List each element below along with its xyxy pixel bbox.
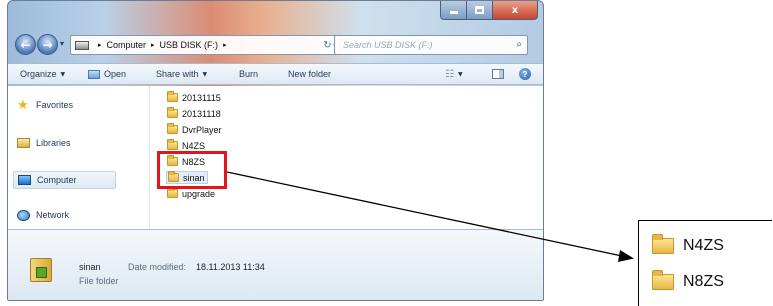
network-icon bbox=[16, 209, 30, 221]
content-area: ★ Favorites Libraries Computer Network 20… bbox=[8, 86, 543, 229]
folder-icon bbox=[167, 91, 178, 102]
back-button[interactable]: ← bbox=[15, 34, 36, 55]
chevron-down-icon: ▼ bbox=[60, 70, 66, 78]
caption-buttons: x bbox=[440, 1, 538, 20]
nav-label-network: Network bbox=[36, 210, 70, 220]
new-folder-button[interactable]: New folder bbox=[288, 69, 331, 79]
search-input[interactable]: Search USB DISK (F:) ⌕ bbox=[334, 35, 528, 55]
nav-item-favorites[interactable]: ★ Favorites bbox=[16, 97, 74, 113]
folder-thumbnail-icon bbox=[30, 258, 52, 282]
recent-pages-dropdown[interactable]: ▾ bbox=[60, 39, 64, 48]
details-type: File folder bbox=[79, 276, 119, 286]
navigation-pane: ★ Favorites Libraries Computer Network bbox=[8, 86, 150, 229]
nav-label-favorites: Favorites bbox=[36, 100, 74, 110]
change-view-button[interactable]: ☷ ▼ bbox=[445, 69, 463, 80]
explorer-window: x ← → ▾ ▸ Computer ▸ USB DISK (F:) ▸ ▾ ↻… bbox=[7, 0, 544, 301]
nav-label-computer: Computer bbox=[37, 175, 77, 185]
folder-icon bbox=[652, 234, 674, 254]
maximize-icon bbox=[475, 6, 484, 14]
close-button[interactable]: x bbox=[493, 1, 538, 20]
folder-icon bbox=[167, 139, 178, 150]
back-arrow-icon: ← bbox=[20, 37, 31, 52]
folder-icon bbox=[167, 187, 178, 198]
nav-item-computer[interactable]: Computer bbox=[13, 171, 116, 189]
zoom-item-label: N8ZS bbox=[683, 273, 724, 290]
minimize-button[interactable] bbox=[440, 1, 467, 20]
chevron-down-icon: ▼ bbox=[202, 70, 208, 78]
new-folder-label: New folder bbox=[288, 69, 332, 79]
chevron-right-icon[interactable]: ▸ bbox=[98, 41, 102, 49]
list-item[interactable]: DvrPlayer bbox=[166, 123, 224, 136]
file-name: 20131118 bbox=[182, 108, 221, 119]
star-icon: ★ bbox=[17, 97, 29, 113]
nav-item-network[interactable]: Network bbox=[16, 209, 69, 221]
burn-label: Burn bbox=[239, 69, 259, 79]
help-icon: ? bbox=[519, 68, 531, 80]
computer-icon bbox=[17, 174, 31, 186]
open-folder-icon bbox=[88, 69, 100, 79]
breadcrumb-computer[interactable]: Computer bbox=[107, 40, 147, 50]
zoom-callout: N4ZS N8ZS bbox=[638, 220, 772, 306]
zoom-item-label: N4ZS bbox=[683, 237, 724, 254]
zoom-item: N8ZS bbox=[652, 270, 724, 291]
details-date-value: 18.11.2013 11:34 bbox=[196, 262, 265, 272]
preview-pane-icon bbox=[492, 69, 504, 79]
file-name: upgrade bbox=[182, 188, 216, 199]
details-date-label: Date modified: bbox=[128, 262, 187, 272]
chevron-right-icon[interactable]: ▸ bbox=[151, 41, 155, 49]
library-icon bbox=[16, 137, 30, 149]
forward-arrow-icon: → bbox=[42, 37, 53, 52]
title-bar[interactable]: x bbox=[8, 1, 543, 31]
minimize-icon bbox=[449, 11, 458, 14]
share-with-button[interactable]: Share with ▼ bbox=[156, 69, 207, 79]
file-name: DvrPlayer bbox=[182, 124, 222, 135]
close-icon: x bbox=[511, 4, 519, 16]
preview-pane-button[interactable] bbox=[492, 69, 504, 79]
list-item[interactable]: 20131115 bbox=[166, 91, 223, 104]
burn-button[interactable]: Burn bbox=[239, 69, 258, 79]
organize-button[interactable]: Organize ▼ bbox=[20, 69, 65, 79]
search-placeholder: Search USB DISK (F:) bbox=[343, 40, 433, 50]
views-icon: ☷ bbox=[445, 69, 454, 80]
open-button[interactable]: Open bbox=[88, 69, 126, 79]
zoom-item: N4ZS bbox=[652, 234, 724, 255]
list-item[interactable]: 20131118 bbox=[166, 107, 223, 120]
highlight-box bbox=[157, 151, 227, 189]
address-bar[interactable]: ▸ Computer ▸ USB DISK (F:) ▸ ▾ bbox=[70, 35, 340, 55]
folder-icon bbox=[167, 107, 178, 118]
nav-label-libraries: Libraries bbox=[36, 138, 71, 148]
share-with-label: Share with bbox=[156, 69, 199, 79]
nav-item-libraries[interactable]: Libraries bbox=[16, 137, 71, 149]
chevron-down-icon: ▼ bbox=[457, 71, 463, 78]
command-bar: Organize ▼ Open Share with ▼ Burn New fold… bbox=[8, 63, 543, 85]
forward-button[interactable]: → bbox=[37, 34, 58, 55]
drive-icon bbox=[75, 40, 89, 50]
organize-label: Organize bbox=[20, 69, 57, 79]
help-button[interactable]: ? bbox=[519, 68, 531, 80]
details-pane: sinan File folder Date modified: 18.11.2… bbox=[8, 229, 543, 300]
refresh-icon: ↻ bbox=[323, 39, 332, 51]
file-name: N4ZS bbox=[182, 140, 206, 151]
details-name: sinan bbox=[79, 262, 101, 272]
file-name: 20131115 bbox=[182, 92, 221, 103]
maximize-button[interactable] bbox=[467, 1, 493, 20]
breadcrumb-usb-disk[interactable]: USB DISK (F:) bbox=[160, 40, 219, 50]
chevron-right-icon[interactable]: ▸ bbox=[223, 41, 227, 49]
folder-icon bbox=[652, 270, 674, 290]
folder-icon bbox=[167, 123, 178, 134]
open-label: Open bbox=[104, 69, 127, 79]
search-icon[interactable]: ⌕ bbox=[516, 39, 522, 50]
